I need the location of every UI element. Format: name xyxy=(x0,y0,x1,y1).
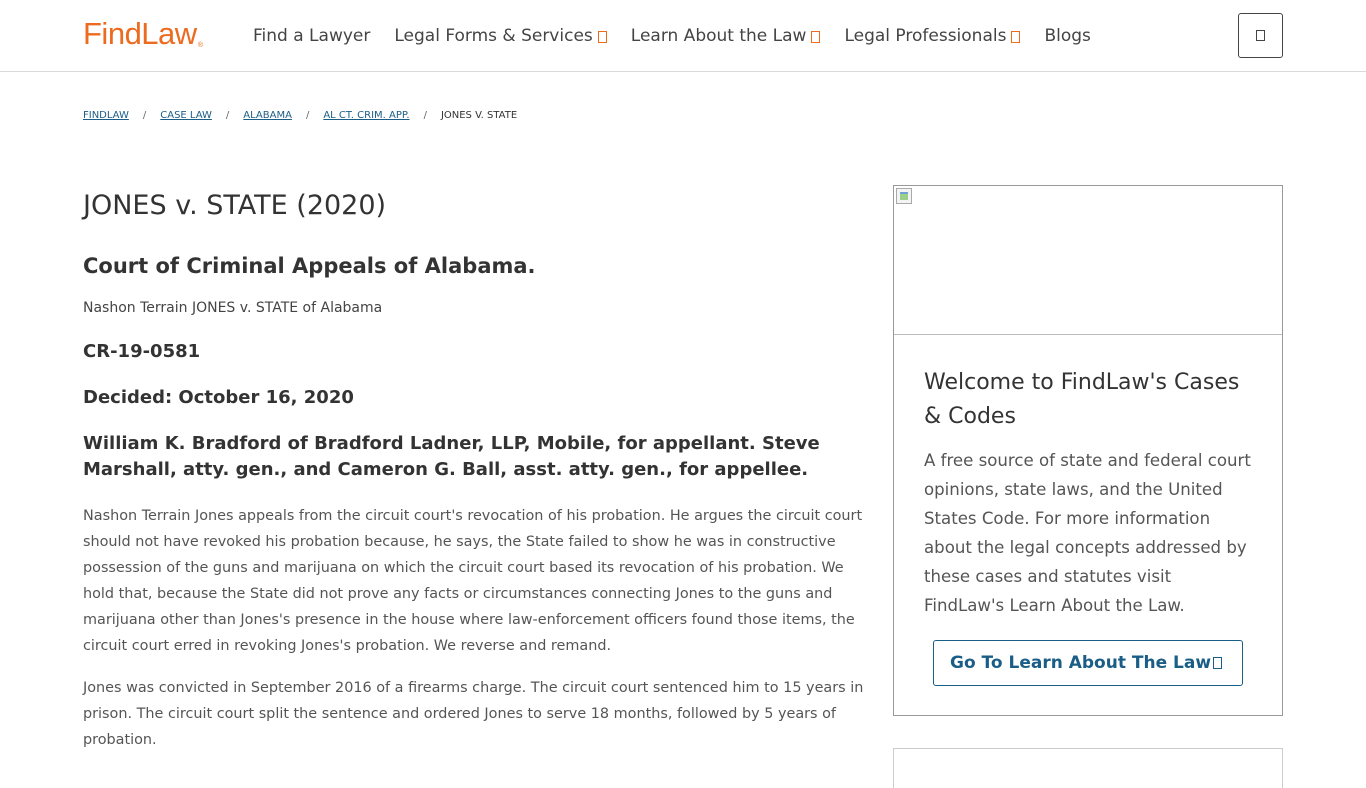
nav-label: Legal Professionals xyxy=(844,26,1007,46)
breadcrumb-alabama[interactable]: ALABAMA xyxy=(243,110,292,121)
breadcrumb-separator: / xyxy=(225,110,230,121)
nav-find-a-lawyer[interactable]: Find a Lawyer xyxy=(253,25,370,47)
breadcrumb-separator: / xyxy=(142,110,147,121)
breadcrumb-current: JONES V. STATE xyxy=(440,110,518,121)
promo-image xyxy=(894,186,1282,335)
nav-label: Blogs xyxy=(1044,26,1091,46)
secondary-sidebar-panel xyxy=(893,748,1283,788)
case-parties: Nashon Terrain JONES v. STATE of Alabama xyxy=(83,300,383,316)
decision-date: Decided: October 16, 2020 xyxy=(83,387,354,408)
page-title: JONES v. STATE (2020) xyxy=(83,190,387,221)
counsel-listing: William K. Bradford of Bradford Ladner, … xyxy=(83,433,820,480)
chevron-down-icon xyxy=(1011,31,1021,43)
chevron-down-icon xyxy=(597,31,607,43)
arrow-right-icon xyxy=(1213,657,1222,669)
broken-image-icon xyxy=(896,188,912,204)
logo-registered-mark: ® xyxy=(197,42,203,49)
findlaw-logo[interactable]: FindLaw® xyxy=(83,16,203,52)
nav-label: Legal Forms & Services xyxy=(394,26,593,46)
breadcrumb-al-ct-crim-app[interactable]: AL CT. CRIM. APP. xyxy=(323,110,409,121)
nav-legal-professionals[interactable]: Legal Professionals xyxy=(844,25,1021,47)
breadcrumb-separator: / xyxy=(305,110,310,121)
breadcrumb: FINDLAW / CASE LAW / ALABAMA / AL CT. CR… xyxy=(83,110,517,121)
nav-label: Learn About the Law xyxy=(630,26,807,46)
main-nav: Find a Lawyer Legal Forms & Services Lea… xyxy=(253,25,1091,47)
chevron-down-icon xyxy=(811,31,821,43)
site-header: FindLaw® Find a Lawyer Legal Forms & Ser… xyxy=(0,0,1366,72)
court-name: Court of Criminal Appeals of Alabama. xyxy=(83,254,536,278)
docket-number: CR-19-0581 xyxy=(83,341,201,362)
breadcrumb-findlaw[interactable]: FINDLAW xyxy=(83,110,129,121)
menu-icon xyxy=(1256,30,1265,41)
nav-label: Find a Lawyer xyxy=(253,26,371,46)
learn-about-the-law-button[interactable]: Go To Learn About The Law xyxy=(933,640,1243,686)
breadcrumb-separator: / xyxy=(423,110,427,121)
cases-codes-promo: Welcome to FindLaw's Cases & Codes A fre… xyxy=(893,185,1283,716)
nav-learn-about-the-law[interactable]: Learn About the Law xyxy=(631,25,821,47)
nav-blogs[interactable]: Blogs xyxy=(1044,25,1090,47)
promo-title: Welcome to FindLaw's Cases & Codes xyxy=(924,370,1240,429)
opinion-paragraph: Nashon Terrain Jones appeals from the ci… xyxy=(83,508,863,654)
logo-text: FindLaw xyxy=(83,16,197,51)
promo-body: Welcome to FindLaw's Cases & Codes A fre… xyxy=(894,335,1282,620)
breadcrumb-case-law[interactable]: CASE LAW xyxy=(160,110,212,121)
menu-button[interactable] xyxy=(1238,13,1283,58)
button-label: Go To Learn About The Law xyxy=(950,653,1212,673)
nav-legal-forms-services[interactable]: Legal Forms & Services xyxy=(394,25,607,47)
opinion-paragraph: Jones was convicted in September 2016 of… xyxy=(83,680,864,748)
promo-text: A free source of state and federal court… xyxy=(924,451,1251,615)
case-content: JONES v. STATE (2020) Court of Criminal … xyxy=(83,186,866,753)
